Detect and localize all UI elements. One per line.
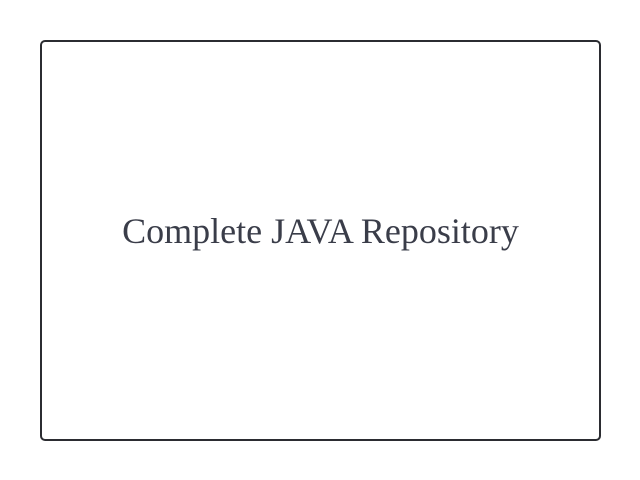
page: Complete JAVA Repository bbox=[0, 0, 640, 480]
title-card[interactable]: Complete JAVA Repository bbox=[40, 40, 601, 441]
card-title: Complete JAVA Repository bbox=[122, 210, 519, 251]
